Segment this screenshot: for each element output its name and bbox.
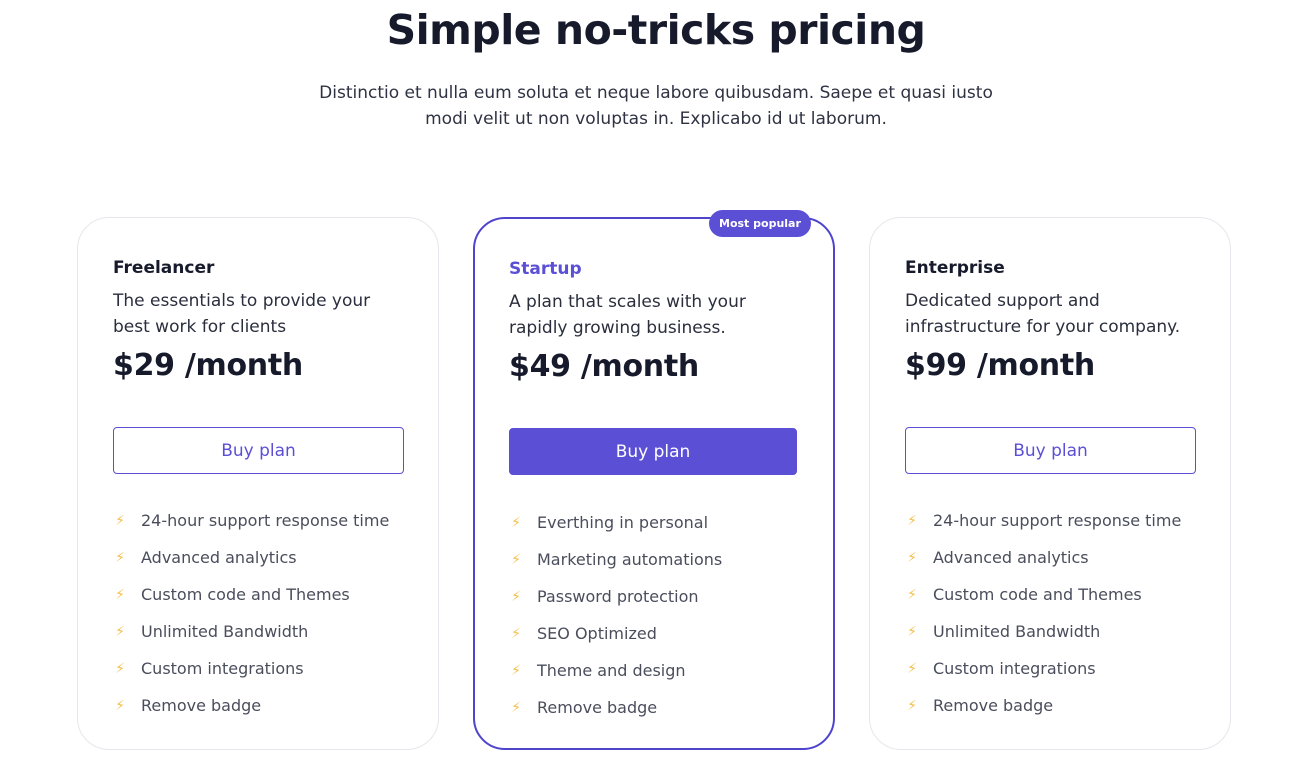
lightning-bolt-icon: ⚡ bbox=[907, 623, 917, 640]
plan-card-enterprise: Enterprise Dedicated support and infrast… bbox=[869, 217, 1231, 750]
lightning-bolt-icon: ⚡ bbox=[907, 586, 917, 603]
lightning-bolt-icon: ⚡ bbox=[511, 625, 521, 642]
feature-label: Advanced analytics bbox=[933, 548, 1089, 567]
lightning-bolt-icon: ⚡ bbox=[115, 660, 125, 677]
feature-label: 24-hour support response time bbox=[933, 511, 1182, 530]
feature-item: ⚡ Everthing in personal bbox=[509, 504, 722, 541]
feature-item: ⚡ SEO Optimized bbox=[509, 615, 722, 652]
feature-label: Custom code and Themes bbox=[933, 585, 1142, 604]
lightning-bolt-icon: ⚡ bbox=[115, 697, 125, 714]
feature-item: ⚡ Custom integrations bbox=[113, 650, 389, 687]
plan-name: Enterprise bbox=[905, 258, 1005, 278]
feature-label: SEO Optimized bbox=[537, 624, 657, 643]
plan-card-startup: Most popular Startup A plan that scales … bbox=[473, 210, 835, 750]
lightning-bolt-icon: ⚡ bbox=[511, 662, 521, 679]
feature-item: ⚡ 24-hour support response time bbox=[905, 502, 1181, 539]
feature-label: Everthing in personal bbox=[537, 513, 709, 532]
buy-plan-button-enterprise[interactable]: Buy plan bbox=[905, 427, 1196, 474]
feature-item: ⚡ Password protection bbox=[509, 578, 722, 615]
lightning-bolt-icon: ⚡ bbox=[511, 551, 521, 568]
lightning-bolt-icon: ⚡ bbox=[115, 549, 125, 566]
lightning-bolt-icon: ⚡ bbox=[511, 588, 521, 605]
lightning-bolt-icon: ⚡ bbox=[115, 512, 125, 529]
feature-item: ⚡ Remove badge bbox=[509, 689, 722, 726]
plan-description: A plan that scales with your rapidly gro… bbox=[509, 292, 746, 338]
feature-label: Theme and design bbox=[537, 661, 686, 680]
feature-item: ⚡ Advanced analytics bbox=[113, 539, 389, 576]
feature-label: Custom code and Themes bbox=[141, 585, 350, 604]
plan-description: The essentials to provide your best work… bbox=[113, 291, 371, 337]
plan-name: Freelancer bbox=[113, 258, 215, 278]
feature-label: Unlimited Bandwidth bbox=[933, 622, 1101, 641]
lightning-bolt-icon: ⚡ bbox=[115, 586, 125, 603]
feature-item: ⚡ Custom code and Themes bbox=[113, 576, 389, 613]
feature-label: Password protection bbox=[537, 587, 699, 606]
lightning-bolt-icon: ⚡ bbox=[511, 699, 521, 716]
feature-label: 24-hour support response time bbox=[141, 511, 390, 530]
feature-item: ⚡ Unlimited Bandwidth bbox=[905, 613, 1181, 650]
feature-item: ⚡ Advanced analytics bbox=[905, 539, 1181, 576]
feature-label: Unlimited Bandwidth bbox=[141, 622, 309, 641]
feature-label: Remove badge bbox=[141, 696, 262, 715]
lightning-bolt-icon: ⚡ bbox=[907, 549, 917, 566]
feature-item: ⚡ Custom integrations bbox=[905, 650, 1181, 687]
lightning-bolt-icon: ⚡ bbox=[907, 697, 917, 714]
feature-label: Remove badge bbox=[933, 696, 1054, 715]
plan-card-freelancer: Freelancer The essentials to provide you… bbox=[77, 217, 439, 750]
feature-item: ⚡ Remove badge bbox=[113, 687, 389, 724]
feature-item: ⚡ Unlimited Bandwidth bbox=[113, 613, 389, 650]
feature-item: ⚡ Remove badge bbox=[905, 687, 1181, 724]
feature-label: Custom integrations bbox=[141, 659, 304, 678]
pricing-page: Simple no-tricks pricing Distinctio et n… bbox=[0, 0, 1312, 768]
feature-label: Advanced analytics bbox=[141, 548, 297, 567]
page-title: Simple no-tricks pricing bbox=[386, 6, 926, 54]
feature-list: ⚡ 24-hour support response time ⚡ Advanced… bbox=[905, 502, 1181, 724]
most-popular-badge: Most popular bbox=[709, 210, 811, 237]
lightning-bolt-icon: ⚡ bbox=[907, 660, 917, 677]
feature-item: ⚡ Custom code and Themes bbox=[905, 576, 1181, 613]
lightning-bolt-icon: ⚡ bbox=[511, 514, 521, 531]
lightning-bolt-icon: ⚡ bbox=[907, 512, 917, 529]
plan-price: $29 /month bbox=[113, 348, 303, 383]
lightning-bolt-icon: ⚡ bbox=[115, 623, 125, 640]
feature-item: ⚡ Theme and design bbox=[509, 652, 722, 689]
plan-price: $49 /month bbox=[509, 349, 699, 384]
buy-plan-button-freelancer[interactable]: Buy plan bbox=[113, 427, 404, 474]
plan-price: $99 /month bbox=[905, 348, 1095, 383]
plan-description: Dedicated support and infrastructure for… bbox=[905, 291, 1181, 337]
feature-label: Marketing automations bbox=[537, 550, 723, 569]
feature-item: ⚡ Marketing automations bbox=[509, 541, 722, 578]
plan-name: Startup bbox=[509, 259, 582, 279]
buy-plan-button-startup[interactable]: Buy plan bbox=[509, 428, 797, 475]
feature-list: ⚡ 24-hour support response time ⚡ Advanced… bbox=[113, 502, 389, 724]
feature-label: Remove badge bbox=[537, 698, 658, 717]
feature-item: ⚡ 24-hour support response time bbox=[113, 502, 389, 539]
feature-label: Custom integrations bbox=[933, 659, 1096, 678]
feature-list: ⚡ Everthing in personal ⚡ Marketing automa… bbox=[509, 504, 722, 726]
page-subtitle: Distinctio et nulla eum soluta et neque … bbox=[319, 83, 993, 129]
